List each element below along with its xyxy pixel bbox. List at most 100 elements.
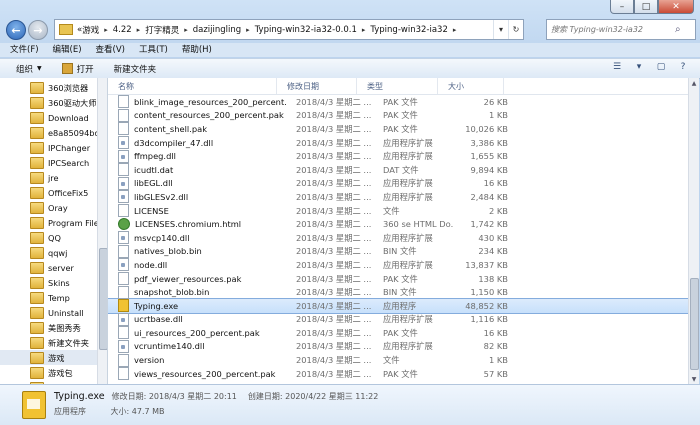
scrollbar-thumb[interactable]: [690, 278, 699, 370]
sidebar-item[interactable]: 游戏: [0, 350, 107, 365]
organize-button[interactable]: 组织 ▼: [16, 63, 42, 75]
file-row[interactable]: ucrtbase.dll 2018/4/3 星期二 ... 应用程序扩展 1,116 …: [108, 312, 688, 327]
sidebar-item[interactable]: Uninstall: [0, 305, 107, 320]
sidebar-item[interactable]: 360浏览器: [0, 80, 107, 95]
menu-item[interactable]: 帮助(H): [182, 43, 212, 57]
open-button[interactable]: 打开: [61, 63, 94, 75]
sidebar-item-label: IPChanger: [48, 142, 91, 153]
file-row[interactable]: pdf_viewer_resources.pak 2018/4/3 星期二 ...…: [108, 272, 688, 286]
scrollbar-thumb[interactable]: [99, 248, 107, 350]
sidebar-item[interactable]: 新建文件夹: [0, 335, 107, 350]
column-date[interactable]: 修改日期: [277, 78, 357, 94]
sidebar-item[interactable]: Download: [0, 110, 107, 125]
refresh-icon[interactable]: ↻: [508, 20, 523, 39]
menu-item[interactable]: 工具(T): [139, 43, 168, 57]
breadcrumb-item[interactable]: Typing-win32-ia32: [370, 25, 447, 35]
search-input[interactable]: [547, 24, 675, 35]
file-row[interactable]: libEGL.dll 2018/4/3 星期二 ... 应用程序扩展 16 KB: [108, 176, 688, 191]
breadcrumb[interactable]: «游戏 ▸ 4.22 ▸ 打字精灵 ▸ dazijingling ▸ Typing-win32-…: [77, 24, 461, 36]
breadcrumb-separator-icon[interactable]: ▸: [184, 26, 188, 34]
maximize-button[interactable]: □: [634, 0, 658, 14]
breadcrumb-item[interactable]: Typing-win32-ia32-0.0.1: [255, 25, 357, 35]
sidebar-item[interactable]: Program Files: [0, 215, 107, 230]
sidebar-item[interactable]: IPChanger: [0, 140, 107, 155]
sidebar-item[interactable]: 游戏包: [0, 365, 107, 380]
breadcrumb-separator-icon[interactable]: ▸: [137, 26, 141, 34]
view-dropdown-icon[interactable]: ▾: [632, 61, 646, 73]
dropdown-arrow-icon[interactable]: ▾: [493, 20, 508, 39]
minimize-button[interactable]: –: [610, 0, 634, 14]
file-list: 名称 修改日期 类型 大小 blink_image_resources_200_…: [108, 78, 688, 384]
breadcrumb-separator-icon[interactable]: ▸: [362, 26, 366, 34]
file-row[interactable]: vcruntime140.dll 2018/4/3 星期二 ... 应用程序扩展 82…: [108, 339, 688, 354]
sidebar-item[interactable]: QQ: [0, 230, 107, 245]
file-type: 应用程序: [383, 300, 417, 311]
address-bar[interactable]: «游戏 ▸ 4.22 ▸ 打字精灵 ▸ dazijingling ▸ Typing-win32-…: [54, 19, 524, 40]
file-row[interactable]: content_shell.pak 2018/4/3 星期二 ... PAK 文件 1…: [108, 122, 688, 136]
file-row[interactable]: Typing.exe 2018/4/3 星期二 ... 应用程序 48,852 KB: [108, 297, 688, 314]
file-row[interactable]: node.dll 2018/4/3 星期二 ... 应用程序扩展 13,837 KB: [108, 258, 688, 272]
file-row[interactable]: ui_resources_200_percent.pak 2018/4/3 星期二…: [108, 326, 688, 340]
preview-pane-icon[interactable]: ▢: [654, 61, 668, 73]
help-icon[interactable]: ?: [676, 61, 690, 73]
view-options-icon[interactable]: ☰: [610, 61, 624, 73]
menu-item[interactable]: 查看(V): [96, 43, 125, 57]
new-folder-button[interactable]: 新建文件夹: [114, 63, 157, 75]
folder-icon: [30, 366, 44, 379]
file-row[interactable]: LICENSE 2018/4/3 星期二 ... 文件 2 KB: [108, 204, 688, 218]
sidebar-item[interactable]: qqwj: [0, 245, 107, 260]
folder-icon: [30, 321, 44, 334]
search-box[interactable]: ⌕: [546, 19, 696, 40]
sidebar-item[interactable]: server: [0, 260, 107, 275]
breadcrumb-item[interactable]: 4.22: [113, 25, 132, 35]
file-row[interactable]: version 2018/4/3 星期二 ... 文件 1 KB: [108, 353, 688, 367]
column-size[interactable]: 大小: [438, 78, 504, 94]
sidebar-item[interactable]: 360驱动大师目: [0, 95, 107, 110]
file-row[interactable]: blink_image_resources_200_percent.p... 20…: [108, 95, 688, 109]
scroll-down-icon[interactable]: ▼: [689, 374, 699, 384]
breadcrumb-separator-icon[interactable]: ▸: [104, 26, 108, 34]
scroll-up-icon[interactable]: ▲: [689, 78, 699, 88]
column-name[interactable]: 名称: [108, 78, 277, 94]
file-row[interactable]: ffmpeg.dll 2018/4/3 星期二 ... 应用程序扩展 1,655 KB: [108, 149, 688, 163]
file-size: 26 KB: [483, 96, 508, 107]
breadcrumb-item[interactable]: 打字精灵: [145, 24, 179, 36]
forward-arrow-icon[interactable]: →: [28, 20, 48, 40]
sidebar-item[interactable]: OfficeFix5: [0, 185, 107, 200]
file-row[interactable]: msvcp140.dll 2018/4/3 星期二 ... 应用程序扩展 430 KB: [108, 231, 688, 245]
file-row[interactable]: natives_blob.bin 2018/4/3 星期二 ... BIN 文件 23…: [108, 244, 688, 259]
file-row[interactable]: LICENSES.chromium.html 2018/4/3 星期二 ... 36…: [108, 217, 688, 231]
column-type[interactable]: 类型: [357, 78, 438, 94]
close-button[interactable]: ✕: [658, 0, 694, 14]
breadcrumb-item[interactable]: dazijingling: [193, 25, 241, 35]
search-icon[interactable]: ⌕: [675, 24, 681, 35]
file-list-scrollbar[interactable]: ▲ ▼: [688, 78, 699, 384]
file-row[interactable]: content_resources_200_percent.pak 2018/4/…: [108, 108, 688, 123]
sidebar-item-label: 游戏: [48, 352, 65, 363]
file-name: ffmpeg.dll: [134, 151, 176, 162]
file-type: PAK 文件: [383, 110, 418, 121]
breadcrumb-separator-icon[interactable]: ▸: [453, 26, 457, 34]
menu-item[interactable]: 编辑(E): [53, 43, 82, 57]
sidebar-item[interactable]: Skins: [0, 275, 107, 290]
sidebar-item[interactable]: 美图秀秀: [0, 320, 107, 335]
sidebar-item[interactable]: IPCSearch: [0, 155, 107, 170]
file-row[interactable]: views_resources_200_percent.pak 2018/4/3 …: [108, 367, 688, 381]
menu-item[interactable]: 文件(F): [10, 43, 39, 57]
breadcrumb-separator-icon[interactable]: ▸: [246, 26, 250, 34]
file-icon: [118, 244, 129, 258]
file-row[interactable]: d3dcompiler_47.dll 2018/4/3 星期二 ... 应用程序扩展…: [108, 136, 688, 150]
file-date: 2018/4/3 星期二 ...: [296, 327, 372, 338]
back-arrow-icon[interactable]: ←: [6, 20, 26, 40]
sidebar-item[interactable]: Temp: [0, 290, 107, 305]
sidebar-item[interactable]: e8a85094bdb: [0, 125, 107, 140]
file-row[interactable]: icudtl.dat 2018/4/3 星期二 ... DAT 文件 9,894 KB: [108, 163, 688, 177]
sidebar-item[interactable]: Oray: [0, 200, 107, 215]
file-row[interactable]: libGLESv2.dll 2018/4/3 星期二 ... 应用程序扩展 2,484…: [108, 190, 688, 204]
sidebar-scrollbar[interactable]: [97, 78, 107, 384]
folder-icon: [59, 24, 73, 35]
sidebar-item[interactable]: jre: [0, 170, 107, 185]
breadcrumb-item[interactable]: 游戏: [82, 24, 99, 36]
file-row[interactable]: snapshot_blob.bin 2018/4/3 星期二 ... BIN 文件 1…: [108, 285, 688, 299]
file-name: libGLESv2.dll: [134, 191, 189, 202]
